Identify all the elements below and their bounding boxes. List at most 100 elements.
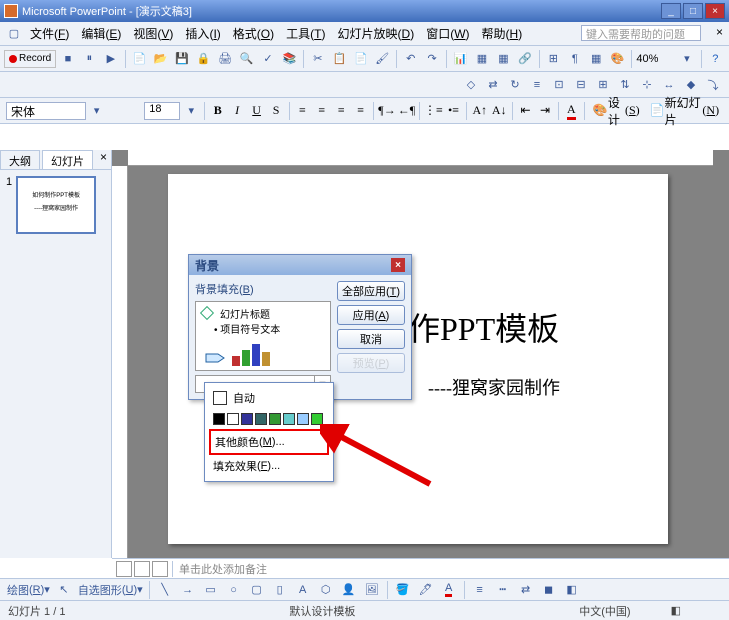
line-color-icon[interactable]: 🖊 (416, 580, 436, 600)
rotate-icon[interactable]: ↻ (505, 75, 525, 95)
research-icon[interactable]: 📚 (280, 49, 299, 69)
preview-icon[interactable]: 🔍 (237, 49, 256, 69)
align-right-icon[interactable]: ≡ (333, 101, 350, 121)
tables-borders-icon[interactable]: ▦ (494, 49, 513, 69)
preview-button[interactable]: 预览(P) (337, 353, 405, 373)
snap-icon[interactable]: ⊹ (637, 75, 657, 95)
underline-button[interactable]: U (248, 101, 265, 121)
minimize-button[interactable]: _ (661, 3, 681, 19)
font-color-icon[interactable]: A (563, 101, 580, 121)
align-icon[interactable]: ≡ (527, 75, 547, 95)
decrease-indent-icon[interactable]: ⇤ (517, 101, 534, 121)
close-button[interactable]: × (705, 3, 725, 19)
swatch-7[interactable] (311, 413, 323, 425)
format-painter-icon[interactable]: 🖌 (373, 49, 392, 69)
print-icon[interactable]: 🖨 (215, 49, 234, 69)
table-icon[interactable]: ▦ (472, 49, 491, 69)
chart-icon[interactable]: 📊 (451, 49, 470, 69)
record-button[interactable]: Record (4, 50, 56, 68)
auto-color-item[interactable]: 自动 (209, 387, 329, 409)
picture-icon[interactable]: 🖼 (362, 580, 382, 600)
slideshow-view-icon[interactable] (152, 561, 168, 577)
cancel-button[interactable]: 取消 (337, 329, 405, 349)
redo-icon[interactable]: ↷ (422, 49, 441, 69)
line-style-icon[interactable]: ≡ (470, 580, 490, 600)
diagram-icon[interactable]: ⬡ (316, 580, 336, 600)
rec-stop-icon[interactable]: ■ (58, 49, 77, 69)
doc-close-button[interactable]: × (716, 25, 723, 39)
menu-file[interactable]: 文件(F) (24, 23, 75, 44)
font-name-combo[interactable]: 宋体 (6, 102, 86, 120)
zoom-combo[interactable]: 40% (636, 53, 675, 65)
tab-slides[interactable]: 幻灯片 (42, 150, 93, 169)
menu-window[interactable]: 窗口(W) (420, 23, 475, 44)
sorter-view-icon[interactable] (134, 561, 150, 577)
show-format-icon[interactable]: ¶ (565, 49, 584, 69)
expand-icon[interactable]: ⊞ (544, 49, 563, 69)
flip-icon[interactable]: ⇄ (483, 75, 503, 95)
nudge-icon[interactable]: ↔ (659, 75, 679, 95)
rtl-icon[interactable]: ←¶ (398, 101, 415, 121)
paste-icon[interactable]: 📄 (351, 49, 370, 69)
save-icon[interactable]: 💾 (172, 49, 191, 69)
rec-pause-icon[interactable]: ⏸ (80, 49, 99, 69)
increase-indent-icon[interactable]: ⇥ (536, 101, 553, 121)
help-search-box[interactable]: 键入需要帮助的问题 (581, 25, 701, 41)
bullets-icon[interactable]: •≡ (445, 101, 462, 121)
rectangle-icon[interactable]: ▭ (201, 580, 221, 600)
font-size-combo[interactable]: 18 (144, 102, 180, 120)
draw-menu[interactable]: 绘图(R)▾ (6, 580, 51, 600)
swatch-4[interactable] (269, 413, 281, 425)
spell-icon[interactable]: ✓ (258, 49, 277, 69)
shapes-toolbar-icon[interactable]: ◇ (461, 75, 481, 95)
reroute-icon[interactable]: ⤵ (703, 75, 723, 95)
menu-help[interactable]: 帮助(H) (476, 23, 529, 44)
align-left-icon[interactable]: ≡ (294, 101, 311, 121)
slide-subtitle-text[interactable]: ----狸窝家园制作 (428, 374, 560, 400)
order-icon[interactable]: ⇅ (615, 75, 635, 95)
oval-icon[interactable]: ○ (224, 580, 244, 600)
rec-play-icon[interactable]: ▶ (101, 49, 120, 69)
textbox-icon[interactable]: ▢ (247, 580, 267, 600)
cut-icon[interactable]: ✂ (308, 49, 327, 69)
swatch-5[interactable] (283, 413, 295, 425)
ungroup-icon[interactable]: ⊟ (571, 75, 591, 95)
font-color2-icon[interactable]: A (439, 580, 459, 600)
shadow-button[interactable]: S (267, 101, 284, 121)
swatch-1[interactable] (227, 413, 239, 425)
menu-tools[interactable]: 工具(T) (280, 23, 331, 44)
zoom-dropdown-icon[interactable]: ▾ (677, 49, 696, 69)
grid-icon[interactable]: ▦ (587, 49, 606, 69)
notes-placeholder[interactable]: 单击此处添加备注 (173, 561, 273, 577)
arrow-icon[interactable]: → (178, 580, 198, 600)
copy-icon[interactable]: 📋 (330, 49, 349, 69)
regroup-icon[interactable]: ⊞ (593, 75, 613, 95)
more-colors-item[interactable]: 其他颜色(M)... (209, 429, 329, 455)
increase-font-icon[interactable]: A↑ (471, 101, 488, 121)
tabs-close-icon[interactable]: × (96, 150, 111, 169)
open-icon[interactable]: 📂 (151, 49, 170, 69)
tab-outline[interactable]: 大纲 (0, 150, 40, 169)
clipart-icon[interactable]: 👤 (339, 580, 359, 600)
swatch-3[interactable] (255, 413, 267, 425)
swatch-2[interactable] (241, 413, 253, 425)
vtextbox-icon[interactable]: ▯ (270, 580, 290, 600)
font-dropdown-icon[interactable]: ▾ (88, 101, 106, 121)
new-icon[interactable]: 📄 (130, 49, 149, 69)
new-slide-button[interactable]: 📄新幻灯片(N) (646, 101, 723, 121)
align-justify-icon[interactable]: ≡ (352, 101, 369, 121)
color-icon[interactable]: 🎨 (608, 49, 627, 69)
shadow-style-icon[interactable]: ◼ (539, 580, 559, 600)
normal-view-icon[interactable] (116, 561, 132, 577)
wordart-icon[interactable]: A (293, 580, 313, 600)
menu-slideshow[interactable]: 幻灯片放映(D) (332, 23, 421, 44)
fill-effects-item[interactable]: 填充效果(F)... (209, 455, 329, 477)
hyperlink-icon[interactable]: 🔗 (515, 49, 534, 69)
apply-button[interactable]: 应用(A) (337, 305, 405, 325)
select-icon[interactable]: ↖ (54, 580, 74, 600)
menu-insert[interactable]: 插入(I) (179, 23, 226, 44)
decrease-font-icon[interactable]: A↓ (491, 101, 508, 121)
apply-all-button[interactable]: 全部应用(T) (337, 281, 405, 301)
bold-button[interactable]: B (209, 101, 226, 121)
permission-icon[interactable]: 🔒 (194, 49, 213, 69)
